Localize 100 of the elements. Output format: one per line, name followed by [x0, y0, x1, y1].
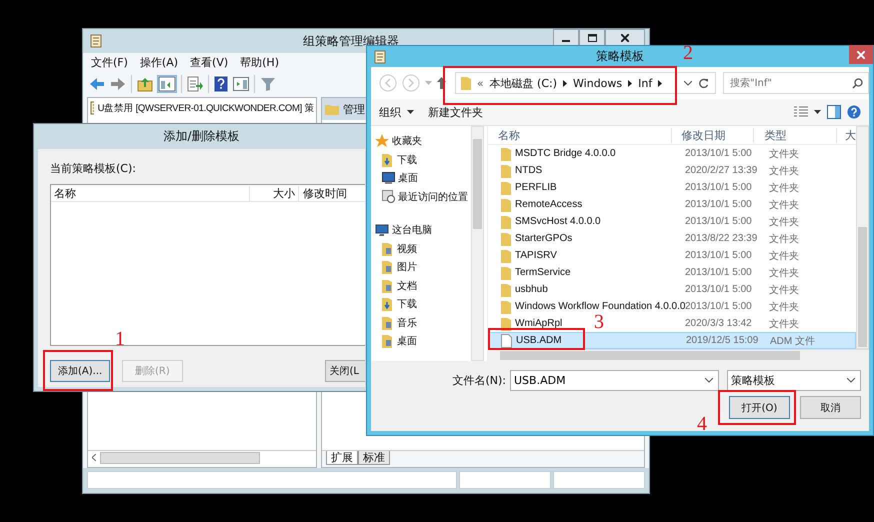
file-type: 文件夹 — [769, 148, 799, 160]
column-header[interactable]: 修改日期 — [670, 128, 754, 142]
menu-item[interactable]: 查看(V) — [190, 55, 228, 70]
file-name: NTDS — [515, 165, 542, 176]
nav-item[interactable]: 视频 — [397, 242, 417, 256]
dialog-button[interactable]: 取消 — [800, 396, 861, 419]
dialog-button[interactable]: 关闭(L — [324, 360, 366, 382]
folder-icon — [460, 76, 471, 90]
file-name: USB.ADM — [516, 335, 562, 346]
file-date: 2013/10/1 5:00 — [685, 301, 752, 312]
nav-item[interactable]: 图片 — [397, 260, 417, 274]
filename-field[interactable]: USB.ADM — [510, 370, 719, 391]
vertical-scrollbar[interactable] — [856, 126, 869, 349]
nav-item[interactable]: 这台电脑 — [392, 223, 432, 238]
breadcrumb[interactable]: Inf — [638, 76, 652, 90]
selected-file-row[interactable]: USB.ADM 2019/12/5 15:09 ADM 文件 — [488, 332, 856, 349]
file-name: TAPISRV — [515, 250, 557, 261]
chevron-right-icon[interactable] — [628, 80, 632, 86]
search-icon — [852, 78, 863, 89]
panel-icon[interactable] — [233, 77, 249, 91]
breadcrumb-overflow[interactable]: « — [476, 76, 484, 90]
chevron-down-icon[interactable] — [705, 378, 713, 383]
filter-icon[interactable] — [260, 76, 276, 92]
breadcrumb[interactable]: Windows — [573, 76, 622, 90]
help-icon[interactable] — [847, 105, 861, 119]
folder-icon — [382, 278, 394, 293]
back-arrow-icon[interactable] — [89, 77, 105, 91]
preview-pane-icon[interactable] — [827, 105, 841, 119]
field-label: 文件名(N): — [452, 373, 506, 388]
dialog-title: 添加/删除模板 — [163, 128, 240, 145]
nav-item[interactable]: 下载 — [397, 297, 417, 312]
folder-up-icon[interactable] — [137, 76, 153, 92]
computer-icon — [375, 224, 389, 237]
address-bar[interactable]: « 本地磁盘 (C:) Windows Inf — [454, 72, 716, 94]
nav-item[interactable]: 桌面 — [397, 334, 417, 348]
file-date: 2013/10/1 5:00 — [685, 182, 752, 193]
folder-icon — [501, 248, 511, 262]
chevron-left-icon[interactable] — [92, 454, 96, 461]
organize-button[interactable]: 组织 — [379, 104, 401, 120]
column-header[interactable]: 名称 — [488, 128, 671, 142]
file-name: WmiApRpl — [515, 318, 562, 329]
file-type: 文件夹 — [769, 164, 799, 178]
file-date: 2013/10/1 5:00 — [685, 284, 752, 295]
nav-item[interactable]: 下载 — [397, 152, 417, 167]
monitor-icon — [382, 172, 395, 184]
tree-item[interactable]: U盘禁用 [QWSERVER-01.QUICKWONDER.COM] 策 — [98, 102, 314, 114]
new-folder-button[interactable]: 新建文件夹 — [428, 104, 483, 120]
minimize-button[interactable] — [553, 29, 579, 46]
column-header[interactable]: 修改时间 — [299, 186, 347, 200]
list-label: 当前策略模板(C): — [50, 161, 137, 176]
horizontal-scrollbar[interactable] — [488, 349, 869, 361]
caret-icon[interactable] — [407, 110, 414, 114]
folder-icon — [501, 146, 511, 160]
chevron-right-icon[interactable] — [658, 80, 662, 86]
file-name: TermService — [515, 267, 571, 278]
caret-icon[interactable] — [814, 110, 821, 114]
menu-item[interactable]: 文件(F) — [91, 55, 128, 70]
file-name: RemoteAccess — [515, 199, 582, 210]
dialog-button[interactable]: 打开(O) — [729, 396, 790, 419]
file-date: 2013/8/22 23:39 — [685, 233, 758, 244]
close-button[interactable] — [605, 29, 645, 46]
file-type: 文件夹 — [769, 198, 799, 212]
nav-item[interactable]: 收藏夹 — [392, 134, 422, 148]
up-arrow-icon[interactable] — [436, 77, 446, 89]
nav-item[interactable]: 最近访问的位置 — [398, 190, 468, 204]
file-type-dropdown[interactable]: 策略模板 — [727, 370, 861, 391]
tab[interactable]: 扩展 — [326, 451, 358, 465]
column-header[interactable]: 类型 — [753, 128, 836, 142]
folder-icon — [501, 266, 511, 280]
chevron-down-icon[interactable] — [684, 80, 692, 86]
breadcrumb[interactable]: 本地磁盘 (C:) — [490, 76, 558, 90]
export-list-icon[interactable] — [187, 76, 203, 92]
step-number: 1 — [115, 329, 125, 349]
help-icon[interactable] — [214, 76, 228, 92]
dialog-button[interactable]: 添加(A)... — [50, 360, 110, 382]
nav-item[interactable]: 文档 — [397, 278, 417, 293]
chevron-right-icon[interactable] — [563, 80, 568, 86]
search-field[interactable]: 搜索"Inf" — [723, 72, 869, 94]
nav-item[interactable]: 桌面 — [398, 171, 418, 186]
refresh-icon[interactable] — [698, 78, 709, 88]
folder-icon — [501, 164, 511, 178]
column-header[interactable]: 大小 — [250, 186, 299, 200]
folder-icon — [382, 316, 394, 330]
vertical-scrollbar[interactable] — [471, 126, 484, 361]
maximize-button[interactable] — [579, 29, 605, 46]
console-tree-icon[interactable] — [158, 76, 176, 92]
window-title: 策略模板 — [595, 48, 645, 65]
folder-icon — [382, 260, 394, 274]
nav-item[interactable]: 音乐 — [397, 316, 417, 330]
menu-item[interactable]: 帮助(H) — [240, 55, 279, 70]
close-icon — [621, 34, 629, 42]
horizontal-scrollbar[interactable] — [88, 450, 316, 464]
file-date: 2019/12/5 15:09 — [686, 335, 758, 346]
menu-item[interactable]: 操作(A) — [140, 55, 178, 70]
step-number: 4 — [697, 414, 707, 434]
view-list-icon[interactable] — [794, 106, 808, 118]
folder-icon — [501, 232, 511, 246]
column-header[interactable]: 名称 — [51, 186, 250, 200]
forward-arrow-icon[interactable] — [110, 77, 126, 91]
tab[interactable]: 标准 — [358, 451, 390, 465]
